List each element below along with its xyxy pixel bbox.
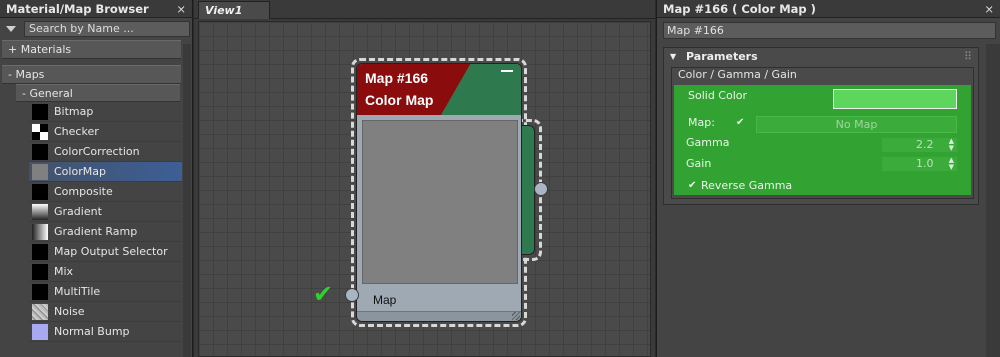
- reverse-gamma-label: Reverse Gamma: [701, 179, 793, 192]
- browser-close-icon[interactable]: ×: [176, 0, 186, 18]
- view-tab-bar: View1: [194, 0, 655, 19]
- spinner-arrows-icon[interactable]: ▲ ▼: [949, 157, 954, 171]
- rollout-title: Parameters: [686, 50, 758, 63]
- list-item-label: MultiTile: [54, 285, 101, 298]
- gamma-label: Gamma: [686, 136, 730, 149]
- material-map-browser: Material/Map Browser × Search by Name ..…: [0, 0, 193, 357]
- output-socket[interactable]: [534, 182, 548, 196]
- params-title: Map #166 ( Color Map ): [663, 2, 816, 16]
- resize-grip-icon[interactable]: [512, 312, 520, 320]
- color-map-node[interactable]: Map #166 Color Map Map: [356, 63, 522, 322]
- map-swatch-icon: [32, 303, 48, 320]
- node-map-port: Map: [357, 290, 521, 312]
- list-item[interactable]: Gradient: [29, 202, 182, 222]
- search-input[interactable]: Search by Name ...: [24, 21, 190, 37]
- node-view: View1 Map #166 Color Map Map ✔: [194, 0, 655, 357]
- collapse-arrow-icon[interactable]: ▼: [670, 48, 676, 66]
- list-item-label: Composite: [54, 185, 113, 198]
- list-item[interactable]: Bitmap: [29, 102, 182, 122]
- list-item-label: Checker: [54, 125, 99, 138]
- list-item-label: Bitmap: [54, 105, 94, 118]
- node-preview: [362, 120, 518, 284]
- map-swatch-icon: [32, 143, 48, 160]
- node-output-tab: [521, 125, 535, 255]
- parameter-editor: Map #166 ( Color Map ) × Map #166 ▼ Para…: [656, 0, 1000, 357]
- list-item[interactable]: Composite: [29, 182, 182, 202]
- map-swatch-icon: [32, 163, 48, 180]
- params-close-icon[interactable]: ×: [984, 0, 994, 18]
- list-item-label: Map Output Selector: [54, 245, 168, 258]
- list-item-label: Mix: [54, 265, 74, 278]
- gain-value: 1.0: [916, 157, 934, 170]
- list-item-label: Gradient: [54, 205, 102, 218]
- browser-options-dropdown-icon[interactable]: [6, 26, 16, 32]
- gamma-value: 2.2: [916, 138, 934, 151]
- map-label: Map:: [688, 116, 715, 129]
- solid-color-label: Solid Color: [688, 89, 748, 102]
- node-subtitle: Color Map: [365, 92, 434, 108]
- list-item[interactable]: Mix: [29, 262, 182, 282]
- minimize-icon[interactable]: [501, 70, 513, 72]
- subcategory-general[interactable]: - General: [16, 84, 180, 102]
- parameters-rollout: ▼ Parameters ⠿ Color / Gamma / Gain Soli…: [663, 47, 979, 205]
- list-item[interactable]: MultiTile: [29, 282, 182, 302]
- list-item[interactable]: Map Output Selector: [29, 242, 182, 262]
- map-swatch-icon: [32, 183, 48, 200]
- browser-title: Material/Map Browser: [6, 2, 149, 16]
- browser-title-bar: Material/Map Browser ×: [0, 0, 192, 18]
- rollout-header[interactable]: ▼ Parameters ⠿: [664, 48, 978, 66]
- map-swatch-icon: [32, 243, 48, 260]
- params-scrollbar[interactable]: [986, 44, 1000, 357]
- map-swatch-icon: [32, 323, 48, 340]
- browser-search-row: Search by Name ...: [0, 18, 192, 40]
- map-name-field[interactable]: Map #166: [663, 22, 996, 39]
- color-gamma-gain-group: Color / Gamma / Gain Solid Color Map: ✔ …: [671, 67, 974, 199]
- map-swatch-icon: [32, 203, 48, 220]
- map-list: Bitmap Checker ColorCorrection ColorMap Comp…: [0, 102, 192, 342]
- list-item-label: ColorMap: [54, 165, 106, 178]
- map-swatch-icon: [32, 103, 48, 120]
- gain-label: Gain: [686, 157, 712, 170]
- list-item[interactable]: Gradient Ramp: [29, 222, 182, 242]
- map-slot-button[interactable]: No Map: [756, 116, 957, 133]
- gain-spinner[interactable]: 1.0 ▲ ▼: [882, 157, 957, 171]
- list-item-label: Gradient Ramp: [54, 225, 138, 238]
- map-swatch-icon: [32, 263, 48, 280]
- solid-color-swatch[interactable]: [833, 89, 957, 109]
- list-item-label: ColorCorrection: [54, 145, 140, 158]
- browser-scrollbar[interactable]: [183, 44, 191, 357]
- group-title: Color / Gamma / Gain: [678, 68, 797, 81]
- map-swatch-icon: [32, 123, 48, 140]
- map-port-label: Map: [373, 293, 397, 307]
- params-title-bar: Map #166 ( Color Map ) ×: [657, 0, 1000, 18]
- list-item[interactable]: Checker: [29, 122, 182, 142]
- node-title: Map #166: [365, 70, 429, 86]
- list-item[interactable]: ColorCorrection: [29, 142, 182, 162]
- list-item-label: Noise: [54, 305, 85, 318]
- list-item[interactable]: Normal Bump: [29, 322, 182, 342]
- drag-handle-icon[interactable]: ⠿: [964, 48, 972, 66]
- gamma-spinner[interactable]: 2.2 ▲ ▼: [882, 138, 957, 152]
- node-footer: [357, 311, 521, 321]
- map-swatch-icon: [32, 283, 48, 300]
- node-canvas[interactable]: Map #166 Color Map Map ✔: [198, 21, 651, 357]
- map-swatch-icon: [32, 223, 48, 240]
- input-socket[interactable]: [345, 288, 359, 302]
- map-enabled-checkbox[interactable]: ✔: [736, 117, 747, 128]
- list-item[interactable]: Noise: [29, 302, 182, 322]
- list-item[interactable]: ColorMap: [29, 162, 182, 182]
- spinner-arrows-icon[interactable]: ▲ ▼: [949, 138, 954, 152]
- tab-view1[interactable]: View1: [198, 1, 270, 19]
- reverse-gamma-checkbox[interactable]: ✔: [688, 180, 699, 191]
- list-item-label: Normal Bump: [54, 325, 130, 338]
- node-header: Map #166 Color Map: [357, 64, 521, 115]
- category-materials[interactable]: + Materials: [2, 40, 181, 59]
- category-maps[interactable]: - Maps: [2, 65, 181, 84]
- checkmark-icon: ✔: [313, 280, 334, 308]
- green-param-area: Solid Color Map: ✔ No Map Gamma 2.2 ▲ ▼ G…: [674, 85, 971, 195]
